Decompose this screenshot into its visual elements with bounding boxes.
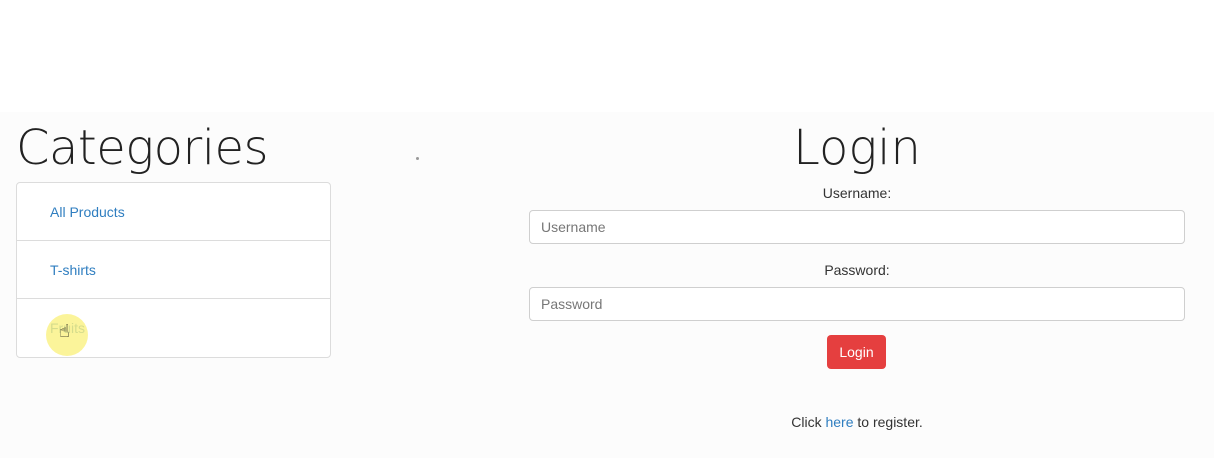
stray-dot bbox=[416, 157, 419, 160]
login-button[interactable]: Login bbox=[827, 335, 886, 369]
category-item-all-products[interactable]: All Products bbox=[17, 183, 330, 241]
category-item-t-shirts[interactable]: T-shirts bbox=[17, 241, 330, 299]
password-label: Password: bbox=[824, 262, 890, 278]
password-input[interactable] bbox=[529, 287, 1185, 321]
categories-list: All Products T-shirts Fruits bbox=[16, 182, 331, 358]
register-prompt: Click here to register. bbox=[529, 414, 1185, 430]
login-heading: Login bbox=[793, 120, 921, 176]
register-link[interactable]: here bbox=[825, 414, 853, 430]
register-prefix-text: Click bbox=[791, 414, 822, 430]
register-suffix-text: to register. bbox=[857, 414, 923, 430]
username-input[interactable] bbox=[529, 210, 1185, 244]
page: Categories All Products T-shirts Fruits … bbox=[0, 0, 1214, 458]
username-label: Username: bbox=[822, 185, 892, 201]
categories-heading: Categories bbox=[16, 120, 269, 176]
category-item-fruits[interactable]: Fruits bbox=[17, 299, 330, 357]
